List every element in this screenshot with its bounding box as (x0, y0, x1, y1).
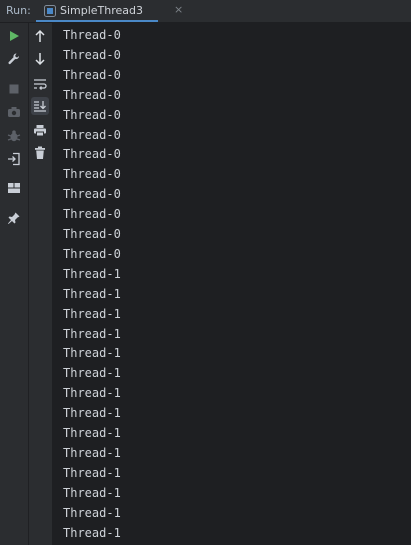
console-line: Thread-1 (63, 366, 121, 381)
console-line: Thread-0 (63, 227, 121, 241)
tab-active-indicator (36, 20, 158, 22)
console-line: Thread-1 (63, 346, 121, 361)
pin-icon (8, 212, 20, 224)
clear-all-button[interactable] (31, 144, 49, 162)
soft-wrap-button[interactable] (31, 75, 49, 93)
console-line: Thread-1 (63, 266, 121, 281)
console-line: Thread-1 (63, 485, 121, 500)
trash-icon (35, 146, 45, 159)
console-line: Thread-0 (63, 127, 121, 142)
console-line: Thread-1 (63, 426, 121, 440)
console-line: Thread-0 (63, 207, 121, 222)
stop-icon (9, 84, 19, 94)
console-line: Thread-0 (63, 87, 121, 102)
next-occurrence-button[interactable] (31, 50, 49, 68)
edit-configuration-button[interactable] (5, 50, 23, 68)
layout-icon (8, 183, 20, 193)
pin-tab-button[interactable] (5, 209, 23, 227)
run-label: Run: (6, 4, 31, 17)
restore-layout-button[interactable] (5, 179, 23, 197)
previous-occurrence-button[interactable] (31, 27, 49, 45)
scroll-to-end-icon (34, 101, 46, 112)
console-line: Thread-0 (63, 47, 121, 62)
print-icon (34, 124, 46, 136)
scroll-to-end-button[interactable] (31, 97, 49, 115)
console-line: Thread-0 (63, 107, 121, 122)
run-actions-bar (0, 23, 29, 545)
run-icon (10, 31, 19, 41)
close-tab-icon[interactable]: × (174, 3, 183, 16)
console-line: Thread-0 (63, 28, 121, 42)
console-line: Thread-0 (63, 147, 121, 162)
bug-icon (7, 130, 21, 142)
print-button[interactable] (31, 121, 49, 139)
stop-button[interactable] (5, 80, 23, 98)
run-toolbar: Run: SimpleThread3 × (0, 0, 411, 23)
arrow-up-icon (35, 29, 45, 42)
console-line: Thread-1 (63, 386, 121, 401)
run-tool-window: Run: SimpleThread3 × Thread-0 Thread-0 T… (0, 0, 411, 545)
console-line: Thread-1 (63, 445, 121, 460)
console-output[interactable]: Thread-0 Thread-0 Thread-0 Thread-0 Thread-0… (52, 23, 411, 545)
console-line: Thread-0 (63, 167, 121, 182)
console-line: Thread-0 (63, 246, 121, 261)
console-line: Thread-1 (63, 505, 121, 520)
console-line: Thread-0 (63, 67, 121, 82)
console-actions-bar (29, 23, 51, 545)
console-line: Thread-1 (63, 306, 121, 321)
console-line: Thread-1 (63, 525, 121, 540)
arrow-down-icon (35, 53, 45, 66)
login-icon (8, 152, 20, 166)
dump-threads-button[interactable] (5, 103, 23, 121)
camera-icon (8, 107, 20, 117)
console-line: Thread-1 (63, 465, 121, 480)
run-button[interactable] (5, 27, 23, 45)
soft-wrap-icon (34, 79, 47, 90)
tab-label: SimpleThread3 (60, 4, 144, 17)
console-line: Thread-0 (63, 187, 121, 202)
console-line: Thread-1 (63, 286, 121, 301)
console-line: Thread-1 (63, 406, 121, 421)
wrench-icon (8, 53, 20, 65)
console-line: Thread-1 (63, 326, 121, 341)
tab-simplethread3[interactable]: SimpleThread3 × (36, 0, 183, 22)
exit-button[interactable] (5, 150, 23, 168)
debug-button[interactable] (5, 127, 23, 145)
run-config-icon (44, 5, 56, 17)
